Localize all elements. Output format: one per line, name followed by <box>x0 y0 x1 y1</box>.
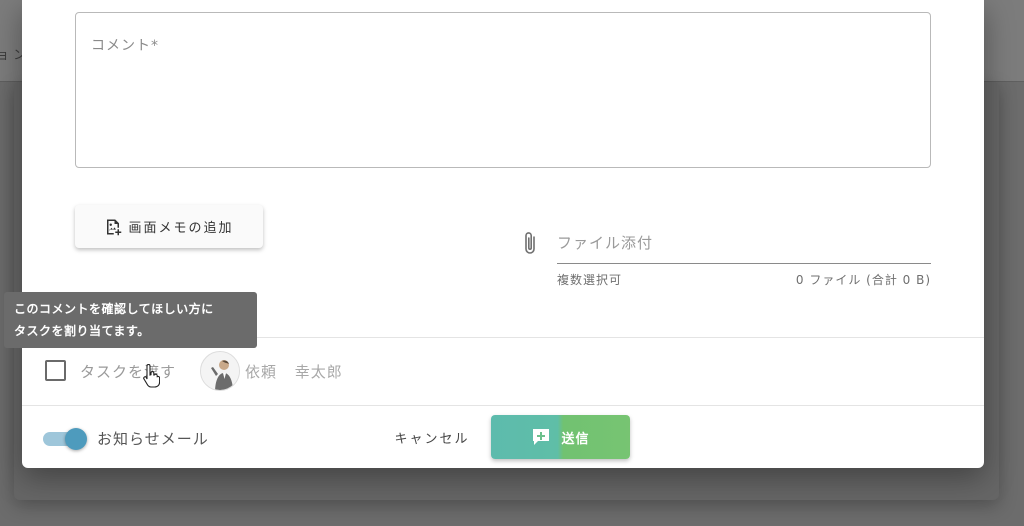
cancel-button[interactable]: キャンセル <box>384 420 480 454</box>
file-attach-hint: 複数選択可 <box>557 273 623 287</box>
notify-email-label: お知らせメール <box>97 430 209 448</box>
send-button[interactable]: 送信 <box>491 415 630 459</box>
tooltip-line-1: このコメントを確認してほしい方に <box>14 302 214 316</box>
assignee-name: 依頼 幸太郎 <box>245 363 343 381</box>
comment-add-icon <box>533 429 550 445</box>
assign-task-tooltip: このコメントを確認してほしい方に タスクを割り当てます。 <box>4 292 257 348</box>
notify-email-toggle[interactable] <box>43 426 89 452</box>
file-attach-input[interactable]: ファイル添付 <box>557 224 931 264</box>
image-add-icon <box>107 219 122 235</box>
comment-label: コメント* <box>91 38 159 54</box>
assign-task-checkbox[interactable] <box>45 360 66 381</box>
file-count-text: 0 ファイル (合計 0 B) <box>795 273 931 287</box>
comment-dialog: コメント* 画面メモの追加 ファイル添付 複数選択可 0 ファイル (合計 0 … <box>22 0 984 468</box>
send-label: 送信 <box>561 431 590 447</box>
assign-task-label[interactable]: タスクを渡す <box>80 361 176 382</box>
file-attach-placeholder: ファイル添付 <box>557 234 654 252</box>
paperclip-icon[interactable] <box>522 230 540 258</box>
assignee-avatar <box>200 351 240 391</box>
footer-divider <box>22 405 984 406</box>
comment-textarea[interactable]: コメント* <box>75 12 931 168</box>
add-screen-memo-button[interactable]: 画面メモの追加 <box>75 205 263 248</box>
hand-cursor-icon <box>143 364 160 388</box>
tooltip-line-2: タスクを割り当てます。 <box>14 324 150 338</box>
person-avatar-icon <box>201 352 239 390</box>
add-screen-memo-label: 画面メモの追加 <box>128 221 234 236</box>
toggle-thumb <box>65 428 87 450</box>
